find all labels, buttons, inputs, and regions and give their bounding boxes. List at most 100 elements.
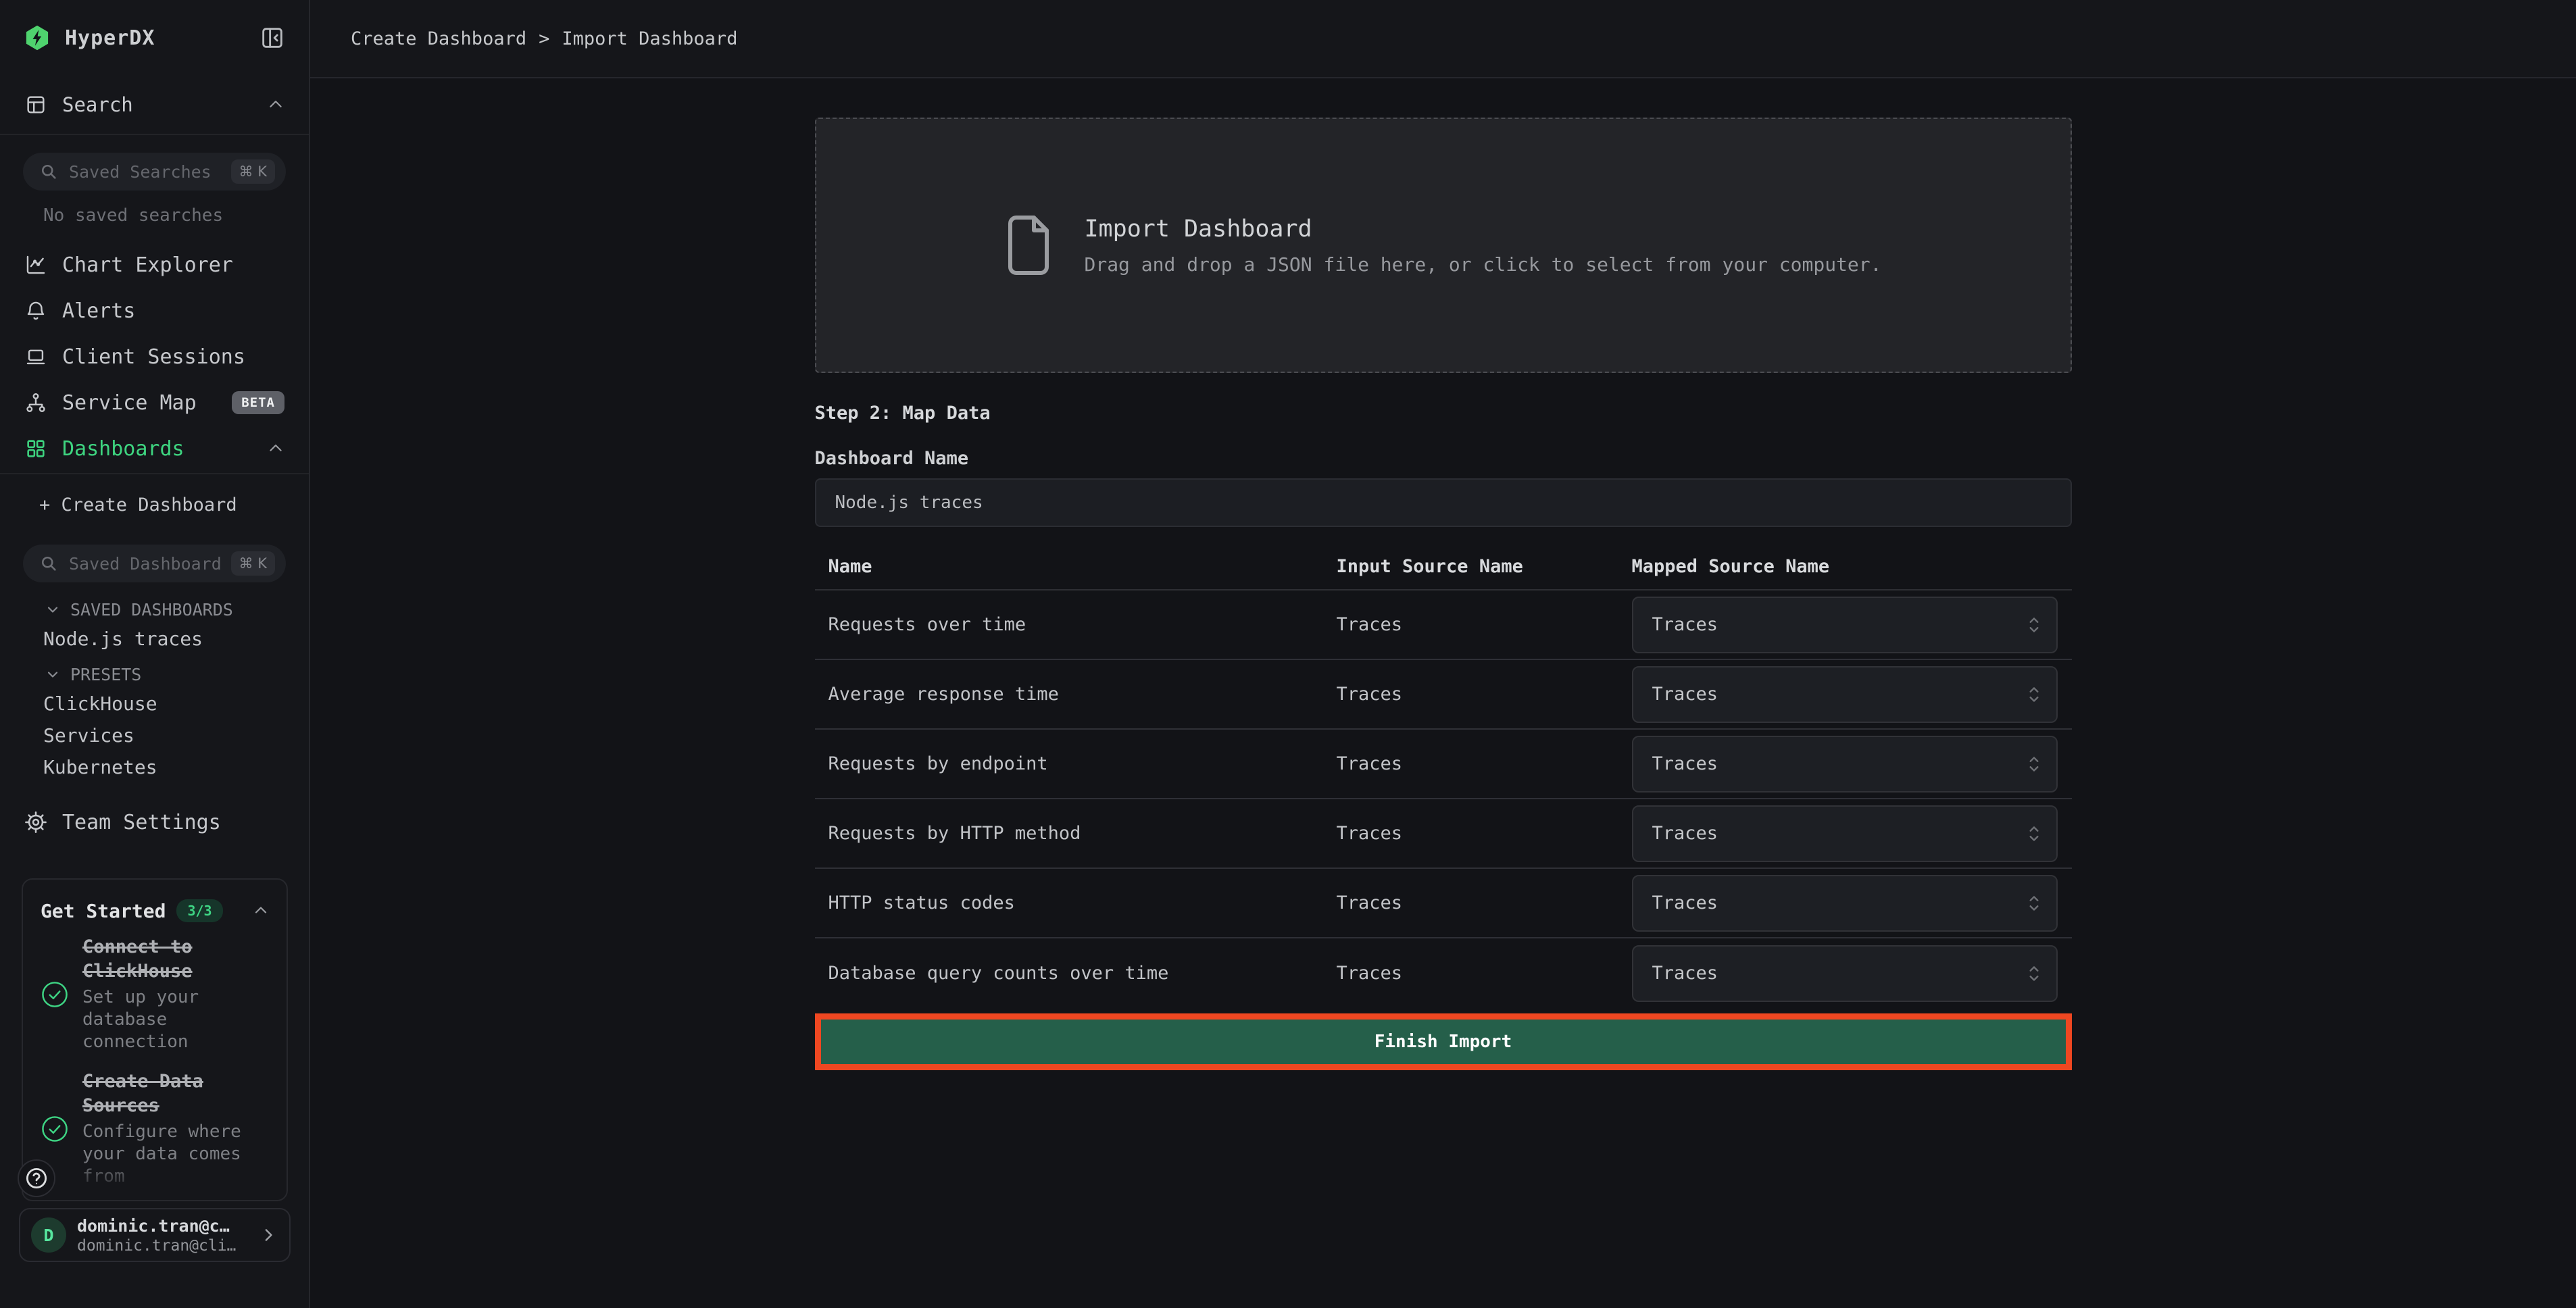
saved-dashboard-item-nodejs-traces[interactable]: Node.js traces bbox=[0, 623, 309, 654]
sidebar-item-client-sessions[interactable]: Client Sessions bbox=[0, 334, 309, 380]
input-source-cell: Traces bbox=[1337, 684, 1632, 705]
search-section-icon bbox=[24, 93, 47, 116]
presets-section-header[interactable]: PRESETS bbox=[0, 661, 309, 688]
finish-import-highlight-annotation: Finish Import bbox=[815, 1013, 2072, 1070]
preset-item-label: ClickHouse bbox=[43, 693, 157, 715]
user-menu[interactable]: D dominic.tran@c… dominic.tran@cli… bbox=[19, 1208, 291, 1262]
selected-source: Traces bbox=[1652, 614, 1718, 635]
chart-name-cell: Requests over time bbox=[815, 614, 1337, 635]
dashboard-name-input[interactable] bbox=[815, 478, 2072, 527]
chevron-up-icon bbox=[267, 440, 284, 457]
user-email: dominic.tran@cli… bbox=[77, 1237, 247, 1255]
selected-source: Traces bbox=[1652, 823, 1718, 844]
preset-item-clickhouse[interactable]: ClickHouse bbox=[0, 688, 309, 720]
sidebar-item-label: Alerts bbox=[62, 299, 135, 323]
breadcrumb-import-dashboard[interactable]: Import Dashboard bbox=[562, 28, 737, 49]
table-row: Database query counts over time Traces T… bbox=[815, 938, 2072, 1008]
table-row: Requests by HTTP method Traces Traces bbox=[815, 799, 2072, 869]
sidebar-item-chart-explorer[interactable]: Chart Explorer bbox=[0, 242, 309, 288]
sidebar-nav: Chart Explorer Alerts Cl bbox=[0, 242, 309, 474]
preset-item-label: Kubernetes bbox=[43, 756, 157, 778]
step-label: Step 2: Map Data bbox=[815, 403, 2072, 424]
selected-source: Traces bbox=[1652, 892, 1718, 913]
mapped-source-select[interactable]: Traces bbox=[1632, 666, 2058, 723]
preset-item-services[interactable]: Services bbox=[0, 720, 309, 751]
saved-searches-input[interactable] bbox=[69, 162, 220, 182]
check-circle-icon bbox=[41, 1115, 69, 1143]
selected-source: Traces bbox=[1652, 753, 1718, 774]
sidebar-item-search[interactable]: Search bbox=[0, 76, 309, 135]
gear-icon bbox=[24, 811, 47, 834]
avatar: D bbox=[31, 1217, 66, 1253]
check-circle-icon bbox=[41, 980, 69, 1009]
beta-badge: BETA bbox=[232, 391, 284, 414]
mapped-source-select[interactable]: Traces bbox=[1632, 805, 2058, 862]
table-header-row: Name Input Source Name Mapped Source Nam… bbox=[815, 543, 2072, 590]
column-header-name: Name bbox=[815, 556, 1337, 577]
sidebar: HyperDX Search bbox=[0, 0, 310, 1308]
collapse-sidebar-button[interactable] bbox=[259, 24, 286, 51]
saved-dashboards-section-label: SAVED DASHBOARDS bbox=[70, 600, 233, 620]
chart-name-cell: Requests by endpoint bbox=[815, 753, 1337, 774]
get-started-item-subtitle: Set up your database connection bbox=[82, 986, 269, 1053]
hyperdx-logo-icon[interactable] bbox=[23, 24, 51, 52]
chevron-down-icon bbox=[45, 666, 61, 682]
get-started-item-connect-clickhouse[interactable]: Connect to ClickHouse Set up your databa… bbox=[41, 935, 269, 1053]
get-started-title: Get Started bbox=[41, 900, 166, 922]
sidebar-item-team-settings[interactable]: Team Settings bbox=[0, 801, 309, 844]
preset-item-label: Services bbox=[43, 724, 134, 747]
saved-dashboards-section-header[interactable]: SAVED DASHBOARDS bbox=[0, 596, 309, 623]
get-started-item-title: Create Data Sources bbox=[82, 1070, 269, 1118]
mapped-source-select[interactable]: Traces bbox=[1632, 597, 2058, 653]
sidebar-item-alerts[interactable]: Alerts bbox=[0, 288, 309, 334]
input-source-cell: Traces bbox=[1337, 823, 1632, 844]
import-dropzone[interactable]: Import Dashboard Drag and drop a JSON fi… bbox=[815, 118, 2072, 373]
finish-import-button[interactable]: Finish Import bbox=[821, 1020, 2066, 1064]
sidebar-item-label: Dashboards bbox=[62, 437, 184, 461]
get-started-card: Get Started 3/3 Connect to ClickHouse Se… bbox=[22, 878, 288, 1201]
select-chevrons-icon bbox=[2027, 823, 2041, 845]
chevron-right-icon bbox=[258, 1225, 278, 1245]
breadcrumb-create-dashboard[interactable]: Create Dashboard bbox=[351, 28, 526, 49]
import-dashboard-content: Import Dashboard Drag and drop a JSON fi… bbox=[815, 78, 2072, 1070]
dropzone-texts: Import Dashboard Drag and drop a JSON fi… bbox=[1084, 216, 1881, 276]
get-started-header[interactable]: Get Started 3/3 bbox=[41, 896, 269, 926]
bell-icon bbox=[24, 299, 47, 322]
progress-badge: 3/3 bbox=[176, 899, 222, 922]
mapped-source-select[interactable]: Traces bbox=[1632, 875, 2058, 932]
saved-dashboards-search[interactable]: ⌘ K bbox=[23, 545, 286, 582]
saved-searches-search[interactable]: ⌘ K bbox=[23, 153, 286, 191]
get-started-item-subtitle: Configure where your data comes from bbox=[82, 1121, 269, 1188]
select-chevrons-icon bbox=[2027, 892, 2041, 914]
sidebar-item-label: Chart Explorer bbox=[62, 253, 233, 277]
mapped-source-select[interactable]: Traces bbox=[1632, 736, 2058, 793]
mapped-source-select[interactable]: Traces bbox=[1632, 945, 2058, 1002]
input-source-cell: Traces bbox=[1337, 753, 1632, 774]
saved-searches-shortcut: ⌘ K bbox=[231, 159, 275, 184]
help-button[interactable] bbox=[18, 1159, 55, 1197]
sidebar-item-label: Client Sessions bbox=[62, 345, 245, 369]
main-area: Create Dashboard > Import Dashboard Impo… bbox=[310, 0, 2576, 1308]
breadcrumb: Create Dashboard > Import Dashboard bbox=[351, 28, 737, 49]
search-section-label: Search bbox=[62, 93, 252, 116]
saved-dashboards-shortcut: ⌘ K bbox=[231, 551, 275, 576]
sidebar-item-service-map[interactable]: Service Map BETA bbox=[0, 380, 309, 426]
get-started-item-title: Connect to ClickHouse bbox=[82, 935, 269, 984]
column-header-mapped-source: Mapped Source Name bbox=[1632, 556, 2072, 577]
no-saved-searches-text: No saved searches bbox=[0, 205, 309, 228]
select-chevrons-icon bbox=[2027, 963, 2041, 984]
search-icon bbox=[39, 554, 58, 573]
laptop-icon bbox=[24, 345, 47, 368]
chart-explorer-icon bbox=[24, 253, 47, 276]
sidebar-item-dashboards[interactable]: Dashboards bbox=[0, 426, 309, 472]
breadcrumb-separator: > bbox=[539, 28, 549, 49]
saved-dashboards-input[interactable] bbox=[69, 554, 220, 574]
preset-item-kubernetes[interactable]: Kubernetes bbox=[0, 751, 309, 783]
table-row: Requests over time Traces Traces bbox=[815, 590, 2072, 660]
app-title: HyperDX bbox=[65, 26, 245, 50]
create-dashboard-button[interactable]: + Create Dashboard bbox=[0, 482, 309, 527]
get-started-item-create-data-sources[interactable]: Create Data Sources Configure where your… bbox=[41, 1070, 269, 1188]
mapping-table: Name Input Source Name Mapped Source Nam… bbox=[815, 543, 2072, 1008]
select-chevrons-icon bbox=[2027, 614, 2041, 636]
page-header: Create Dashboard > Import Dashboard bbox=[310, 0, 2576, 78]
